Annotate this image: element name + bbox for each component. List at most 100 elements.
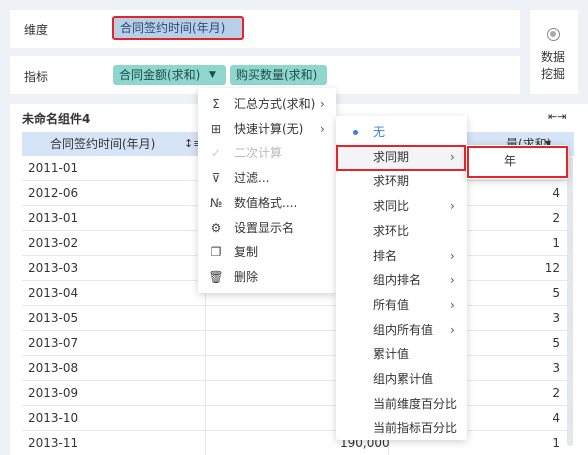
- quick-calc-item[interactable]: 组内所有值 ›: [336, 318, 466, 343]
- vertical-scrollbar[interactable]: [567, 156, 573, 446]
- quick-calc-item[interactable]: 无: [336, 120, 466, 145]
- table-row[interactable]: 2013-09 2: [22, 381, 574, 406]
- gear-icon: ⚙: [210, 220, 222, 235]
- cell-count: 3: [552, 361, 560, 375]
- dimension-row: 维度 合同签约时间(年月): [10, 10, 520, 48]
- component-title: 未命名组件4: [22, 112, 91, 126]
- data-mining-button[interactable]: 数据 挖掘: [530, 10, 578, 94]
- quick-calc-item[interactable]: 组内累计值: [336, 367, 466, 392]
- chevron-right-icon: ›: [320, 97, 325, 111]
- quick-calc-item[interactable]: 当前指标百分比: [336, 416, 466, 441]
- column-header-date[interactable]: 合同签约时间(年月): [50, 132, 155, 156]
- cell-count: 4: [552, 411, 560, 425]
- cell-count: 2: [552, 386, 560, 400]
- chevron-right-icon: ›: [450, 273, 455, 288]
- data-mining-line1: 数据: [541, 50, 566, 64]
- context-menu-item[interactable]: ⊽ 过滤...: [198, 166, 336, 190]
- context-menu-item-label: 过滤...: [234, 171, 270, 186]
- cell-count: 3: [552, 311, 560, 325]
- chevron-down-icon[interactable]: ▼: [209, 65, 216, 85]
- cell-date: 2013-05: [28, 311, 79, 325]
- metric-pill-quantity[interactable]: 购买数量(求和): [230, 65, 327, 85]
- quick-calc-item-label: 求同比: [373, 199, 410, 214]
- filter-icon: ⊽: [211, 171, 221, 186]
- context-menu-item-label: 汇总方式(求和): [234, 97, 316, 111]
- context-menu-item-label: 复制: [234, 245, 259, 260]
- cell-date: 2013-07: [28, 336, 79, 350]
- metric-pill-amount[interactable]: 合同金额(求和) ▼: [113, 65, 226, 85]
- cell-count: 1: [552, 436, 560, 450]
- context-menu-item[interactable]: ⚙ 设置显示名: [198, 216, 336, 240]
- quick-calc-item-label: 组内所有值: [373, 322, 434, 337]
- quick-calc-item-label: 求环比: [373, 223, 410, 238]
- context-menu-item-label: 快速计算(无): [234, 121, 304, 136]
- cell-date: 2013-11: [28, 436, 79, 450]
- quick-calc-item-label: 当前指标百分比: [373, 421, 458, 436]
- context-menu-item[interactable]: Σ 汇总方式(求和) ›: [198, 92, 336, 116]
- cell-date: 2011-01: [28, 161, 79, 175]
- cell-date: 2013-10: [28, 411, 79, 425]
- metric-pill-quantity-label: 购买数量(求和): [236, 68, 318, 82]
- trash-icon: 🗑: [208, 269, 224, 284]
- cell-count: 1: [552, 236, 560, 250]
- cell-date: 2013-03: [28, 261, 79, 275]
- expand-width-icon[interactable]: ⇤⇥: [548, 110, 566, 123]
- table-row[interactable]: 2013-08 3: [22, 356, 574, 381]
- quick-calc-item-label: 无: [373, 125, 386, 139]
- context-menu-item[interactable]: ⊞ 快速计算(无) ›: [198, 117, 336, 141]
- context-menu-item[interactable]: ❐ 复制: [198, 240, 336, 264]
- field-context-menu: Σ 汇总方式(求和) › ⊞ 快速计算(无) › ✓ 二次计算 ⊽ 过滤... № 数值格式.... ⚙…: [198, 88, 336, 293]
- cell-count: 5: [552, 336, 560, 350]
- cell-count: 4: [552, 186, 560, 200]
- context-menu-item-label: 数值格式....: [234, 195, 298, 210]
- quick-calc-item-label: 组内累计值: [373, 372, 434, 386]
- quick-calc-item[interactable]: 组内排名 ›: [336, 268, 466, 293]
- chevron-right-icon: ›: [450, 199, 455, 214]
- metric-pill-amount-label: 合同金额(求和): [119, 68, 201, 82]
- quick-calc-item[interactable]: 求环期: [336, 169, 466, 194]
- cell-date: 2013-09: [28, 386, 79, 400]
- data-mining-icon: [547, 28, 560, 41]
- check-icon: ✓: [210, 146, 222, 161]
- context-menu-item[interactable]: № 数值格式....: [198, 191, 336, 215]
- quick-calc-item-label: 组内排名: [373, 273, 422, 288]
- copy-icon: ❐: [210, 245, 222, 260]
- data-mining-line2: 挖掘: [541, 67, 566, 81]
- table-row[interactable]: 2013-07 5: [22, 331, 574, 356]
- quick-calc-item-label: 累计值: [373, 347, 410, 362]
- quick-calc-item[interactable]: 求同比 ›: [336, 194, 466, 219]
- context-menu-item-label: 二次计算: [234, 146, 283, 161]
- context-menu-item-label: 设置显示名: [234, 220, 295, 235]
- cell-date: 2012-06: [28, 186, 79, 200]
- chevron-right-icon: ›: [450, 322, 455, 337]
- calc-icon: ⊞: [210, 121, 222, 136]
- table-row[interactable]: 2013-11 190,000 1: [22, 431, 574, 455]
- dimension-label: 维度: [24, 23, 49, 37]
- cell-count: 2: [552, 211, 560, 225]
- table-row[interactable]: 2013-10 4: [22, 406, 574, 431]
- quick-calc-item[interactable]: 求环比: [336, 219, 466, 244]
- chevron-right-icon: ›: [450, 297, 455, 312]
- cell-date: 2013-02: [28, 236, 79, 250]
- cell-count: 12: [544, 261, 560, 275]
- context-menu-item: ✓ 二次计算: [198, 141, 336, 165]
- cell-date: 2013-01: [28, 211, 79, 225]
- cell-date: 2013-08: [28, 361, 79, 375]
- quick-calc-item[interactable]: 所有值 ›: [336, 293, 466, 318]
- sigma-icon: Σ: [212, 97, 220, 111]
- chevron-right-icon: ›: [320, 121, 325, 136]
- cell-count: 5: [552, 286, 560, 300]
- quick-calc-item-label: 所有值: [373, 297, 410, 312]
- indicator-label: 指标: [24, 70, 49, 84]
- context-menu-item[interactable]: 🗑 删除: [198, 265, 336, 289]
- quick-calc-item-label: 求环期: [373, 174, 410, 189]
- dimension-field-pill[interactable]: 合同签约时间(年月): [112, 16, 244, 40]
- selected-dot-icon: [353, 130, 358, 135]
- cell-date: 2013-04: [28, 286, 79, 300]
- quick-calc-item[interactable]: 当前维度百分比: [336, 392, 466, 417]
- table-row[interactable]: 2013-05 3: [22, 306, 574, 331]
- quick-calc-item[interactable]: 排名 ›: [336, 244, 466, 269]
- chevron-right-icon: ›: [450, 248, 455, 263]
- number-format-icon: №: [209, 195, 223, 210]
- quick-calc-item[interactable]: 累计值: [336, 342, 466, 367]
